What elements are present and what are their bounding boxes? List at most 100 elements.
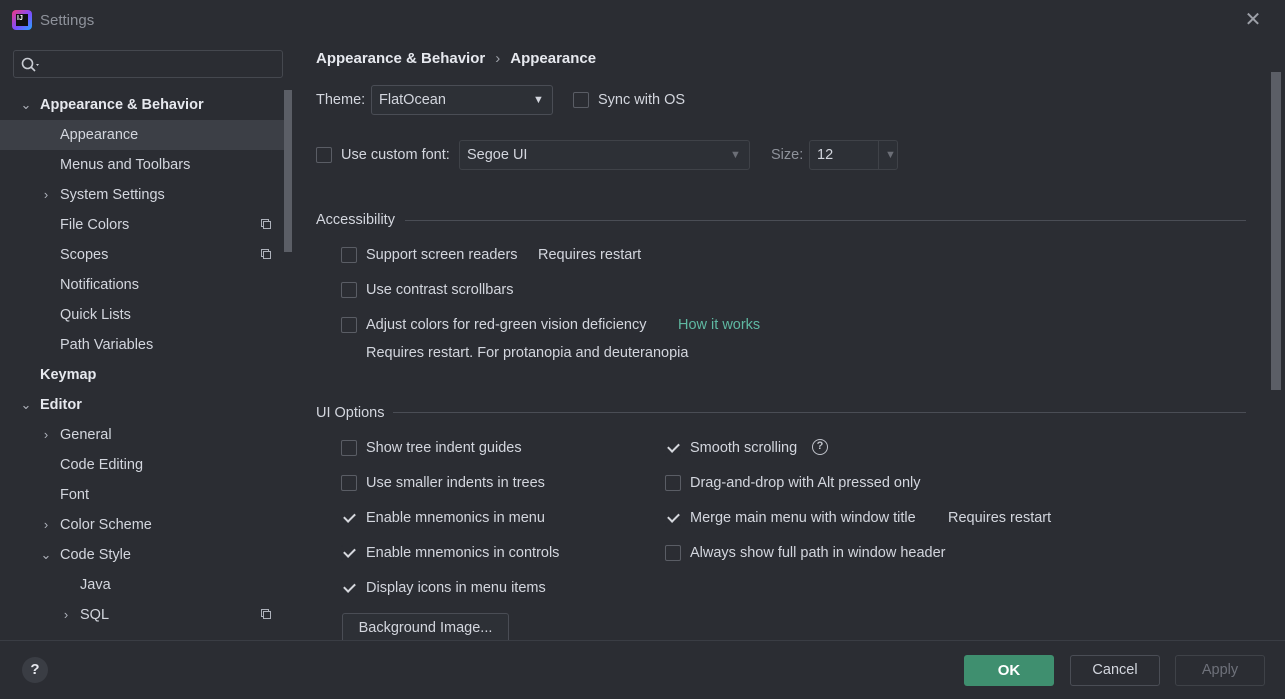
apply-button[interactable]: Apply xyxy=(1175,655,1265,686)
ui-options-section-title: UI Options xyxy=(316,405,385,421)
smooth-scrolling-checkbox[interactable] xyxy=(665,440,681,456)
font-select[interactable]: Segoe UI ▼ xyxy=(459,140,750,170)
sidebar-item-color-scheme[interactable]: › Color Scheme xyxy=(0,510,284,540)
chevron-right-icon[interactable]: › xyxy=(39,180,53,210)
help-icon[interactable]: ? xyxy=(812,439,828,455)
dropdown-arrow-icon: ▼ xyxy=(730,149,741,161)
settings-tree: ⌄ Appearance & Behavior Appearance Menus… xyxy=(0,90,284,640)
sidebar-item-label: Appearance xyxy=(60,127,139,143)
search-input[interactable] xyxy=(13,50,283,78)
accessibility-section-title: Accessibility xyxy=(316,212,395,228)
color-deficiency-note: Requires restart. For protanopia and deu… xyxy=(366,345,689,361)
content-scrollbar[interactable] xyxy=(1271,72,1281,390)
requires-restart-note: Requires restart xyxy=(948,510,1052,526)
drag-and-drop-label: Drag-and-drop with Alt pressed only xyxy=(690,475,921,491)
sync-with-os-checkbox[interactable] xyxy=(573,92,589,108)
sidebar-item-keymap[interactable]: Keymap xyxy=(0,360,284,390)
tree-indent-guides-checkbox[interactable] xyxy=(341,440,357,456)
dropdown-arrow-icon: ▼ xyxy=(533,94,544,106)
sidebar-item-label: Editor xyxy=(40,397,82,413)
drag-and-drop-checkbox[interactable] xyxy=(665,475,681,491)
sidebar-item-appearance[interactable]: Appearance xyxy=(0,120,284,150)
chevron-right-icon[interactable]: › xyxy=(59,600,73,630)
close-icon[interactable]: ✕ xyxy=(1243,10,1263,30)
merge-main-menu-label: Merge main menu with window title xyxy=(690,510,916,526)
sidebar-item-label: Java xyxy=(80,577,111,593)
mnemonics-controls-checkbox[interactable] xyxy=(341,545,357,561)
mnemonics-menu-checkbox[interactable] xyxy=(341,510,357,526)
sidebar-item-label: Quick Lists xyxy=(60,307,131,323)
screen-readers-checkbox[interactable] xyxy=(341,247,357,263)
smaller-indents-label: Use smaller indents in trees xyxy=(366,475,545,491)
sidebar-item-java[interactable]: Java xyxy=(0,570,284,600)
intellij-logo-icon: IJ xyxy=(12,10,32,30)
chevron-down-icon[interactable]: ⌄ xyxy=(39,540,53,570)
sidebar-item-label: Code Editing xyxy=(60,457,144,473)
color-deficiency-label: Adjust colors for red-green vision defic… xyxy=(366,317,647,333)
background-image-button[interactable]: Background Image... xyxy=(342,613,509,643)
sync-with-os-label: Sync with OS xyxy=(598,92,686,108)
custom-font-checkbox[interactable] xyxy=(316,147,332,163)
chevron-down-icon[interactable]: ⌄ xyxy=(19,390,33,420)
smooth-scrolling-label: Smooth scrolling xyxy=(690,440,798,456)
sidebar-item-label: Path Variables xyxy=(60,337,154,353)
sidebar-item-path-variables[interactable]: Path Variables xyxy=(0,330,284,360)
breadcrumb-parent[interactable]: Appearance & Behavior xyxy=(316,50,485,67)
project-settings-icon xyxy=(261,609,271,619)
help-button[interactable]: ? xyxy=(22,657,48,683)
how-it-works-link[interactable]: How it works xyxy=(678,317,760,333)
merge-main-menu-checkbox[interactable] xyxy=(665,510,681,526)
project-settings-icon xyxy=(261,249,271,259)
full-path-header-checkbox[interactable] xyxy=(665,545,681,561)
sidebar-item-label: Color Scheme xyxy=(60,517,152,533)
font-size-value: 12 xyxy=(817,147,834,163)
breadcrumb-separator: › xyxy=(495,50,501,67)
full-path-header-label: Always show full path in window header xyxy=(690,545,946,561)
sidebar-item-label: Code Style xyxy=(60,547,131,563)
sidebar-item-label: Menus and Toolbars xyxy=(60,157,191,173)
theme-label: Theme: xyxy=(316,92,366,108)
section-divider xyxy=(393,412,1246,413)
sidebar-item-sql[interactable]: › SQL xyxy=(0,600,284,630)
chevron-right-icon[interactable]: › xyxy=(39,420,53,450)
custom-font-label: Use custom font: xyxy=(341,147,450,163)
breadcrumb: Appearance & Behavior › Appearance xyxy=(316,50,596,67)
chevron-right-icon[interactable]: › xyxy=(39,510,53,540)
contrast-scrollbars-checkbox[interactable] xyxy=(341,282,357,298)
project-settings-icon xyxy=(261,219,271,229)
color-deficiency-checkbox[interactable] xyxy=(341,317,357,333)
breadcrumb-current: Appearance xyxy=(510,50,597,67)
font-size-label: Size: xyxy=(771,147,804,163)
sidebar-item-code-style[interactable]: ⌄ Code Style xyxy=(0,540,284,570)
icons-in-menu-checkbox[interactable] xyxy=(341,580,357,596)
theme-select-value: FlatOcean xyxy=(379,92,446,108)
sidebar-item-appearance-behavior[interactable]: ⌄ Appearance & Behavior xyxy=(0,90,284,120)
sidebar-item-scopes[interactable]: Scopes xyxy=(0,240,284,270)
sidebar-item-quick-lists[interactable]: Quick Lists xyxy=(0,300,284,330)
sidebar-item-menus-toolbars[interactable]: Menus and Toolbars xyxy=(0,150,284,180)
sidebar-item-code-editing[interactable]: Code Editing xyxy=(0,450,284,480)
ok-button[interactable]: OK xyxy=(964,655,1054,686)
tree-indent-guides-label: Show tree indent guides xyxy=(366,440,522,456)
sidebar-item-label: Appearance & Behavior xyxy=(40,97,204,113)
sidebar-item-system-settings[interactable]: › System Settings xyxy=(0,180,284,210)
sidebar-item-label: Notifications xyxy=(60,277,139,293)
sidebar-item-label: System Settings xyxy=(60,187,165,203)
mnemonics-menu-label: Enable mnemonics in menu xyxy=(366,510,545,526)
font-size-select[interactable]: 12 ▼ xyxy=(809,140,898,170)
theme-select[interactable]: FlatOcean ▼ xyxy=(371,85,553,115)
sidebar-scrollbar[interactable] xyxy=(284,90,292,252)
sidebar-item-label: File Colors xyxy=(60,217,130,233)
dropdown-arrow-icon: ▼ xyxy=(878,141,896,169)
sidebar-item-font[interactable]: Font xyxy=(0,480,284,510)
screen-readers-label: Support screen readers xyxy=(366,247,518,263)
sidebar-item-general[interactable]: › General xyxy=(0,420,284,450)
sidebar-item-label: Keymap xyxy=(40,367,97,383)
search-icon xyxy=(21,57,39,72)
chevron-down-icon[interactable]: ⌄ xyxy=(19,90,33,120)
smaller-indents-checkbox[interactable] xyxy=(341,475,357,491)
sidebar-item-editor[interactable]: ⌄ Editor xyxy=(0,390,284,420)
cancel-button[interactable]: Cancel xyxy=(1070,655,1160,686)
sidebar-item-notifications[interactable]: Notifications xyxy=(0,270,284,300)
sidebar-item-file-colors[interactable]: File Colors xyxy=(0,210,284,240)
